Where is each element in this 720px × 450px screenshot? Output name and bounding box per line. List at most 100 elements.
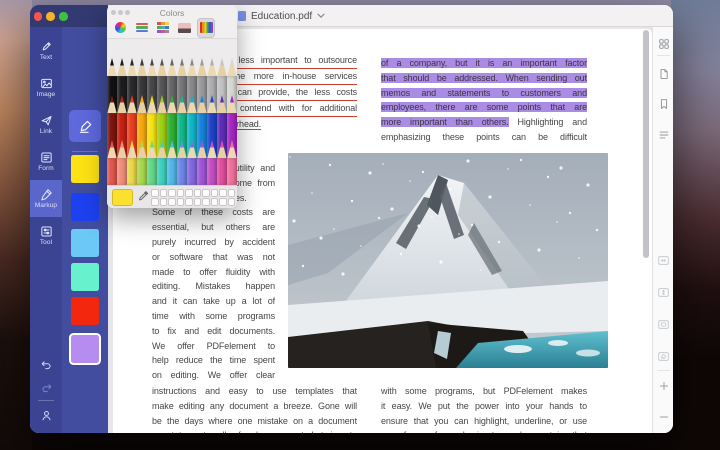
image-icon <box>40 77 53 90</box>
color-well[interactable] <box>177 198 185 206</box>
window-titlebar-left <box>30 5 108 27</box>
color-well[interactable] <box>228 198 236 206</box>
color-well[interactable] <box>151 189 159 197</box>
sidebar-item-form[interactable]: Form <box>30 143 62 180</box>
color-well[interactable] <box>194 198 202 206</box>
highlight-annotation[interactable]: memos and statements to customers and <box>381 88 587 98</box>
zoom-in-button[interactable] <box>657 379 671 393</box>
document-text-line: any form of emphasis to make certain tha… <box>381 428 587 433</box>
right-column-bottom-paragraph: with some programs, but PDFelement makes… <box>381 384 587 433</box>
sidebar-item-markup[interactable]: Markup <box>30 180 62 217</box>
color-well[interactable] <box>219 198 227 206</box>
color-well[interactable] <box>168 189 176 197</box>
color-swatch[interactable] <box>71 155 99 183</box>
sidebar-redo-button[interactable] <box>30 381 62 394</box>
document-text-line: make editing any document a breeze. Gone… <box>152 399 357 414</box>
zoom-out-button[interactable] <box>657 410 671 424</box>
highlight-annotation[interactable]: of a company, but it is an important fac… <box>381 58 587 68</box>
document-text-line: of a company, but it is an important fac… <box>381 56 587 71</box>
sidebar-item-text[interactable]: Text <box>30 32 62 69</box>
link-plane-icon <box>40 114 53 127</box>
color-wheel-tab[interactable] <box>111 18 129 38</box>
color-well[interactable] <box>151 198 159 206</box>
pencil-color[interactable] <box>167 140 176 185</box>
color-swatch[interactable] <box>71 229 99 257</box>
document-text-line: purely incurred by accident <box>152 235 275 250</box>
color-well[interactable] <box>160 198 168 206</box>
highlight-annotation[interactable]: more important than others. <box>381 117 509 127</box>
window-minimize-button[interactable] <box>46 12 55 21</box>
pencil-color[interactable] <box>207 140 216 185</box>
document-photo[interactable] <box>288 153 608 368</box>
pencil-color[interactable] <box>187 140 196 185</box>
color-well[interactable] <box>202 189 210 197</box>
pencils-tab[interactable] <box>197 18 215 38</box>
color-swatch[interactable] <box>71 297 99 325</box>
color-well[interactable] <box>194 189 202 197</box>
tool-icon <box>40 225 53 238</box>
pencil-color[interactable] <box>227 140 236 185</box>
pencil-color[interactable] <box>107 140 116 185</box>
highlight-annotation[interactable]: that should be addressed. When sending o… <box>381 73 587 83</box>
actual-size-icon[interactable] <box>657 317 671 331</box>
fit-width-icon[interactable] <box>657 253 671 267</box>
document-text-line: help reduce the time spent <box>152 353 275 368</box>
document-text-line: and it can take up a lot of <box>152 294 275 309</box>
pencil-color[interactable] <box>147 140 156 185</box>
color-well[interactable] <box>219 189 227 197</box>
color-well[interactable] <box>185 198 193 206</box>
sidebar-undo-button[interactable] <box>30 358 62 371</box>
pencil-color[interactable] <box>177 140 186 185</box>
document-text-line: that should be addressed. When sending o… <box>381 71 587 86</box>
color-well[interactable] <box>168 198 176 206</box>
color-well[interactable] <box>202 198 210 206</box>
document-title: Education.pdf <box>251 11 312 22</box>
document-text-line: be the days where one mistake on a docum… <box>152 414 357 429</box>
document-text-line: on editing. We offer clear <box>152 368 275 383</box>
color-well[interactable] <box>211 189 219 197</box>
sidebar-account-button[interactable] <box>30 409 62 422</box>
pencil-color[interactable] <box>127 140 136 185</box>
color-well[interactable] <box>177 189 185 197</box>
highlight-annotation[interactable]: employees, there are some points that ar… <box>381 102 587 112</box>
pencil-color[interactable] <box>117 140 126 185</box>
vertical-scrollbar[interactable] <box>643 30 649 258</box>
current-color-swatch[interactable] <box>112 189 133 206</box>
document-text-line: or software that was not <box>152 250 275 265</box>
color-swatch[interactable] <box>71 263 99 291</box>
pencil-color[interactable] <box>157 140 166 185</box>
window-zoom-button[interactable] <box>59 12 68 21</box>
fit-page-icon[interactable] <box>657 285 671 299</box>
highlighter-button[interactable] <box>69 110 101 142</box>
rotate-page-icon[interactable] <box>657 349 671 363</box>
color-swatch[interactable] <box>71 193 99 221</box>
colors-popup-title: Colors <box>107 8 237 18</box>
palette-tab[interactable] <box>154 18 172 38</box>
document-text-line: or statement calls for hours wasted tryi… <box>152 428 357 433</box>
pencil-color[interactable] <box>217 140 226 185</box>
window-close-button[interactable] <box>34 12 43 21</box>
sidebar-item-label: Link <box>40 128 52 135</box>
image-tab[interactable] <box>176 18 194 38</box>
color-well[interactable] <box>211 198 219 206</box>
undo-icon <box>40 358 53 371</box>
text-pencil-icon <box>40 40 53 53</box>
pencil-row <box>107 140 237 185</box>
color-swatch-selected[interactable] <box>71 335 99 363</box>
colors-popup-tabs <box>111 17 215 38</box>
sidebar-item-tool[interactable]: Tool <box>30 217 62 254</box>
color-well[interactable] <box>228 189 236 197</box>
sidebar-item-image[interactable]: Image <box>30 69 62 106</box>
page-thumbnail-icon[interactable] <box>657 67 671 81</box>
pencil-color[interactable] <box>197 140 206 185</box>
annotations-list-icon[interactable] <box>657 128 671 142</box>
thumbnails-grid-icon[interactable] <box>657 37 671 51</box>
title-chevron-down-icon[interactable] <box>317 13 325 19</box>
color-well[interactable] <box>185 189 193 197</box>
pencil-color[interactable] <box>137 140 146 185</box>
bookmark-icon[interactable] <box>657 97 671 111</box>
sidebar-item-link[interactable]: Link <box>30 106 62 143</box>
sliders-tab[interactable] <box>133 18 151 38</box>
color-well[interactable] <box>160 189 168 197</box>
eyedropper-icon[interactable] <box>138 190 149 203</box>
